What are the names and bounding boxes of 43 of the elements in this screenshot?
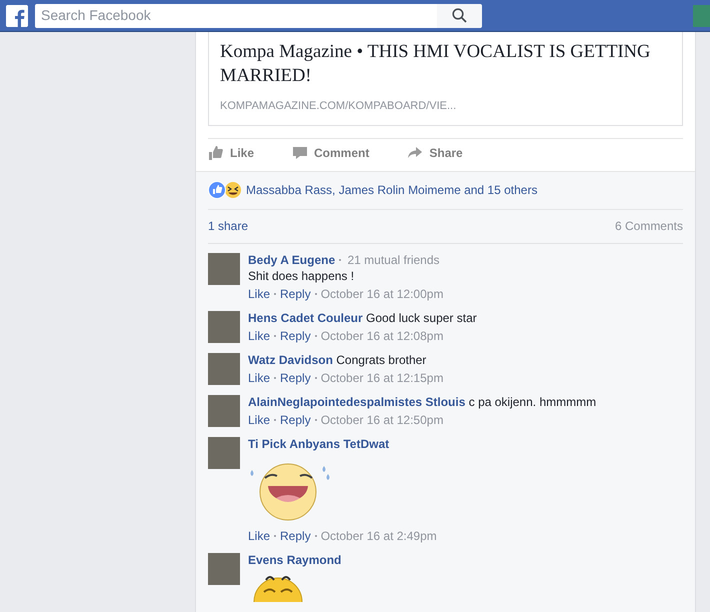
reply-link[interactable]: Reply xyxy=(280,286,311,302)
like-link[interactable]: Like xyxy=(248,286,270,302)
avatar-photo-placeholder[interactable] xyxy=(208,352,240,384)
like-link[interactable]: Like xyxy=(248,328,270,344)
search-field[interactable]: Search Facebook xyxy=(35,4,437,28)
avatar-photo-placeholder[interactable] xyxy=(208,310,240,342)
commenter-name[interactable]: Watz Davidson xyxy=(248,352,333,366)
mutual-friends-text: 21 mutual friends xyxy=(346,252,440,266)
commenter-name[interactable]: Bedy A Eugene xyxy=(248,252,336,266)
avatar-photo-placeholder[interactable] xyxy=(208,552,240,584)
avatar-photo-placeholder[interactable] xyxy=(208,394,240,426)
commenter-name[interactable]: AlainNeglapointedespalmistes Stlouis xyxy=(248,394,466,408)
share-button[interactable]: Share xyxy=(407,144,463,162)
reply-link[interactable]: Reply xyxy=(280,328,311,344)
commenter-name[interactable]: Evens Raymond xyxy=(248,552,342,566)
comment-button[interactable]: Comment xyxy=(292,144,370,162)
thumbs-up-icon xyxy=(208,145,224,161)
link-title: Kompa Magazine • THIS HMI VOCALIST IS GETTING MARRIED! xyxy=(220,41,652,88)
search-button[interactable] xyxy=(437,4,482,28)
photo-placeholder[interactable] xyxy=(693,4,710,26)
avatar-photo-placeholder[interactable] xyxy=(208,252,240,284)
comment-text: c pa okijenn. hmmmmm xyxy=(468,394,596,408)
like-button[interactable]: Like xyxy=(208,144,254,162)
reply-link[interactable]: Reply xyxy=(280,528,311,544)
like-link[interactable]: Like xyxy=(248,370,270,386)
search-icon xyxy=(452,8,467,23)
reply-link[interactable]: Reply xyxy=(280,412,311,428)
speech-bubble-icon xyxy=(292,145,308,161)
reactions-summary[interactable]: Massabba Rass, James Rolin Moimeme and 15 others xyxy=(246,181,538,199)
comment-text: Good luck super star xyxy=(366,310,477,324)
reply-link[interactable]: Reply xyxy=(280,370,311,386)
comment-text: Congrats brother xyxy=(336,352,426,366)
commenter-name[interactable]: Hens Cadet Couleur xyxy=(248,310,363,324)
reactions-icon xyxy=(208,181,242,199)
like-link[interactable]: Like xyxy=(248,412,270,428)
commenter-name[interactable]: Ti Pick Anbyans TetDwat xyxy=(248,436,390,450)
share-count[interactable]: 1 share xyxy=(208,217,248,235)
avatar-photo-placeholder[interactable] xyxy=(208,436,240,468)
like-link[interactable]: Like xyxy=(248,528,270,544)
link-preview-card[interactable]: Kompa Magazine • THIS HMI VOCALIST IS GETTING MARRIED! KOMPAMAGAZINE.COM/KOMPABOARD/VIE... xyxy=(208,32,683,126)
logo-icon[interactable] xyxy=(6,4,28,26)
comment-text: Shit does happens ! xyxy=(248,268,356,284)
link-domain: KOMPAMAGAZINE.COM/KOMPABOARD/VIE... xyxy=(220,99,458,114)
